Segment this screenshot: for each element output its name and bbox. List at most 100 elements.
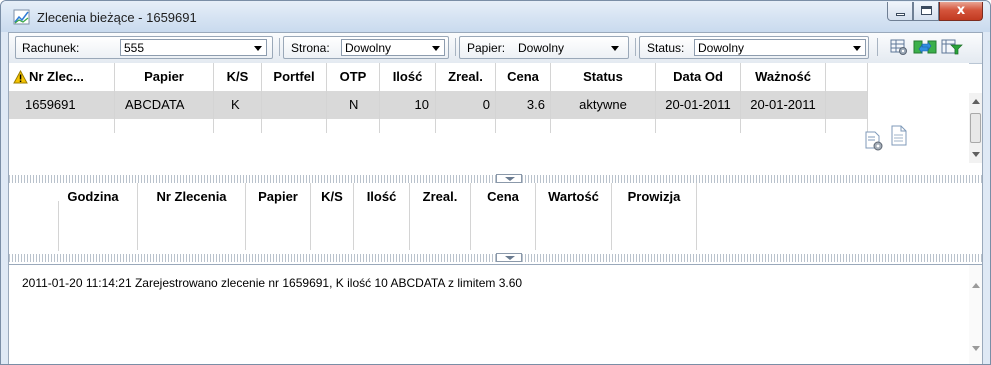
grid-line [58,201,59,251]
grid-line [114,63,115,133]
toolbar-separator [455,38,456,56]
grid-line [550,63,551,133]
chevron-down-icon [611,46,619,51]
papier-label: Papier: [467,41,506,55]
minimize-icon [896,13,905,16]
toolbar-separator [279,38,280,56]
status-label: Status: [647,41,685,55]
orders-header: Nr Zlec... Papier K/S Portfel OTP Ilość … [9,63,867,91]
grid-line [655,63,656,133]
chevron-down-icon [853,46,861,51]
warning-icon [13,70,28,84]
col-papier[interactable]: Papier [115,63,213,91]
papier-group: Papier: Dowolny [459,36,629,59]
scroll-up-icon[interactable] [972,99,980,104]
col-portfel[interactable]: Portfel [262,63,326,91]
grid-line [326,63,327,133]
cell-ks: K [231,97,240,112]
grid-line [435,63,436,133]
col-papier-2[interactable]: Papier [246,183,310,211]
toolbar-separator [877,38,878,56]
cell-otp: N [349,97,359,112]
col-otp[interactable]: OTP [327,63,379,91]
col-ks-2[interactable]: K/S [311,183,353,211]
status-select[interactable]: Dowolny [694,39,866,56]
grid-line [409,183,410,250]
title-bar[interactable]: Zlecenia bieżące - 1659691 x [1,1,990,32]
filter-icon[interactable] [941,39,963,55]
col-zreal[interactable]: Zreal. [436,63,495,91]
order-document-icon[interactable] [889,125,909,147]
scroll-down-icon[interactable] [972,152,980,157]
strona-label: Strona: [291,41,330,55]
grid-line [495,63,496,133]
strona-select[interactable]: Dowolny [341,39,445,56]
col-data-od[interactable]: Data Od [656,63,740,91]
collapse-handle-icon[interactable] [496,253,522,262]
cell-nr: 1659691 [25,97,76,112]
grid-line [310,183,311,250]
window-title: Zlecenia bieżące - 1659691 [37,10,197,25]
rachunek-select[interactable]: 555 [120,39,267,56]
log-panel[interactable]: 2011-01-20 11:14:21 Zarejestrowano zlece… [9,264,982,364]
col-ks[interactable]: K/S [214,63,261,91]
strona-value: Dowolny [345,41,392,55]
strona-group: Strona: Dowolny [283,36,449,59]
grid-line [379,63,380,133]
cell-waznosc: 20-01-2011 [750,97,816,112]
grid-line [261,63,262,133]
col-nr-zlecenia-2[interactable]: Nr Zlecenia [138,183,245,211]
scroll-down-icon[interactable] [972,346,980,351]
cell-zreal: 0 [482,97,490,112]
col-cena[interactable]: Cena [496,63,550,91]
log-scrollbar[interactable] [969,265,982,364]
grid-line [353,183,354,250]
collapse-handle-icon[interactable] [496,174,522,183]
grid-line [213,63,214,133]
col-godzina[interactable]: Godzina [49,183,137,211]
rachunek-group: Rachunek: 555 [15,36,273,59]
grid-line [867,63,868,133]
transactions-grid: Godzina Nr Zlecenia Papier K/S Ilość Zre… [49,183,737,251]
maximize-button[interactable] [913,2,939,21]
close-button[interactable]: x [939,2,983,21]
scroll-up-icon[interactable] [972,283,980,288]
rachunek-value: 555 [124,41,145,55]
filter-toolbar: Rachunek: 555 Strona: Dowolny Papier: Do… [9,33,982,64]
maximize-icon [921,6,932,15]
cell-ilosc: 10 [414,97,429,112]
grid-settings-icon[interactable] [890,39,908,55]
col-waznosc[interactable]: Ważność [741,63,825,91]
cell-data-od: 20-01-2011 [665,97,731,112]
col-status[interactable]: Status [551,63,655,91]
grid-line [245,183,246,250]
grid-line [740,63,741,133]
cell-status: aktywne [579,97,627,112]
scroll-thumb[interactable] [970,113,981,143]
col-nr-zlecenia[interactable]: Nr Zlec... [27,63,115,91]
minimize-button[interactable] [887,2,913,21]
col-zreal-2[interactable]: Zreal. [410,183,470,211]
log-line: 2011-01-20 11:14:21 Zarejestrowano zlece… [22,276,523,290]
col-ilosc[interactable]: Ilość [380,63,435,91]
orders-scrollbar[interactable] [969,93,982,163]
table-row[interactable]: 1659691 ABCDATA K N 10 0 3.6 aktywne 20-… [9,91,867,119]
col-prowizja[interactable]: Prowizja [612,183,696,211]
order-settings-icon[interactable] [864,131,884,151]
grid-line [535,183,536,250]
col-ilosc-2[interactable]: Ilość [354,183,409,211]
col-wartosc[interactable]: Wartość [536,183,611,211]
grid-line [470,183,471,250]
chevron-down-icon [432,46,440,51]
refresh-arrows-icon[interactable] [913,39,937,55]
cell-cena: 3.6 [526,97,545,112]
papier-select[interactable]: Dowolny [514,39,624,56]
col-cena-2[interactable]: Cena [471,183,535,211]
grid-line [137,183,138,250]
grid-line [611,183,612,250]
client-area: Rachunek: 555 Strona: Dowolny Papier: Do… [8,32,983,364]
papier-value: Dowolny [518,41,565,55]
grid-line [825,63,826,133]
close-icon: x [956,3,966,18]
rachunek-label: Rachunek: [22,41,80,55]
